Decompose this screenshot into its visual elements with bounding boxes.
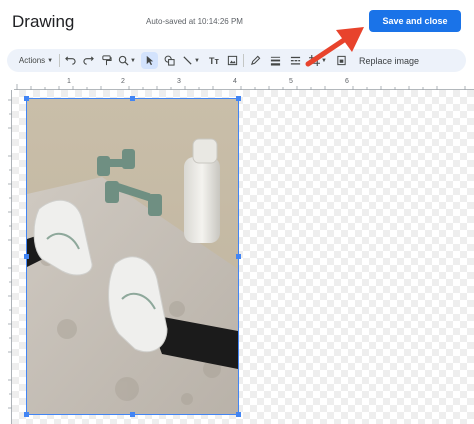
vertical-ruler: [8, 90, 12, 424]
resize-handle[interactable]: [236, 412, 241, 417]
text-box-button[interactable]: Tт: [206, 49, 222, 72]
line-dash-icon: [290, 56, 300, 65]
redo-button[interactable]: [80, 49, 96, 72]
drawing-toolbar: Actions ▼ ▼ ▼ Tт ▼ Replace image: [7, 49, 466, 72]
dropdown-arrow-icon: ▼: [47, 57, 54, 64]
zoom-icon: [118, 55, 129, 66]
insert-image-button[interactable]: [224, 49, 240, 72]
line-tool-button[interactable]: ▼: [179, 49, 203, 72]
zoom-button[interactable]: ▼: [116, 49, 138, 72]
resize-handle[interactable]: [24, 96, 29, 101]
ruler-mark: 3: [177, 78, 181, 85]
toolbar-divider: [59, 54, 60, 67]
selection-border: [26, 98, 239, 415]
resize-handle[interactable]: [236, 96, 241, 101]
resize-handle[interactable]: [24, 254, 29, 259]
paint-format-icon: [101, 55, 112, 66]
image-icon: [227, 55, 237, 66]
drawing-dialog: Drawing Auto-saved at 10:14:26 PM Save a…: [0, 0, 474, 424]
resize-handle[interactable]: [130, 96, 135, 101]
undo-button[interactable]: [62, 49, 78, 72]
ruler-mark: 1: [67, 78, 71, 85]
actions-label: Actions: [18, 56, 46, 65]
text-box-icon: Tт: [209, 55, 219, 66]
border-color-button[interactable]: [247, 49, 263, 72]
dialog-title: Drawing: [12, 12, 75, 31]
actions-menu[interactable]: Actions ▼: [15, 49, 57, 72]
dropdown-arrow-icon: ▼: [130, 57, 136, 64]
dropdown-arrow-icon: ▼: [194, 57, 200, 64]
line-weight-icon: [270, 56, 280, 66]
ruler-mark: 2: [121, 78, 125, 85]
shape-icon: [164, 55, 175, 66]
autosave-status: Auto-saved at 10:14:26 PM: [146, 17, 243, 26]
ruler-mark: 4: [233, 78, 237, 85]
pen-icon: [250, 55, 260, 65]
resize-handle[interactable]: [236, 254, 241, 259]
shape-tool-button[interactable]: [161, 49, 177, 72]
select-icon: [146, 55, 154, 66]
ruler-mark: 6: [345, 78, 349, 85]
annotation-arrow: [305, 27, 364, 67]
save-and-close-button[interactable]: Save and close: [369, 10, 461, 32]
resize-handle[interactable]: [130, 412, 135, 417]
paint-format-button[interactable]: [98, 49, 114, 72]
ruler-mark: 5: [289, 78, 293, 85]
toolbar-divider: [243, 54, 244, 67]
resize-handle[interactable]: [24, 412, 29, 417]
border-weight-button[interactable]: [267, 49, 283, 72]
redo-icon: [82, 56, 94, 65]
horizontal-ruler: [14, 84, 474, 90]
line-icon: [183, 56, 192, 65]
select-tool-button[interactable]: [141, 52, 158, 69]
undo-icon: [64, 56, 76, 65]
